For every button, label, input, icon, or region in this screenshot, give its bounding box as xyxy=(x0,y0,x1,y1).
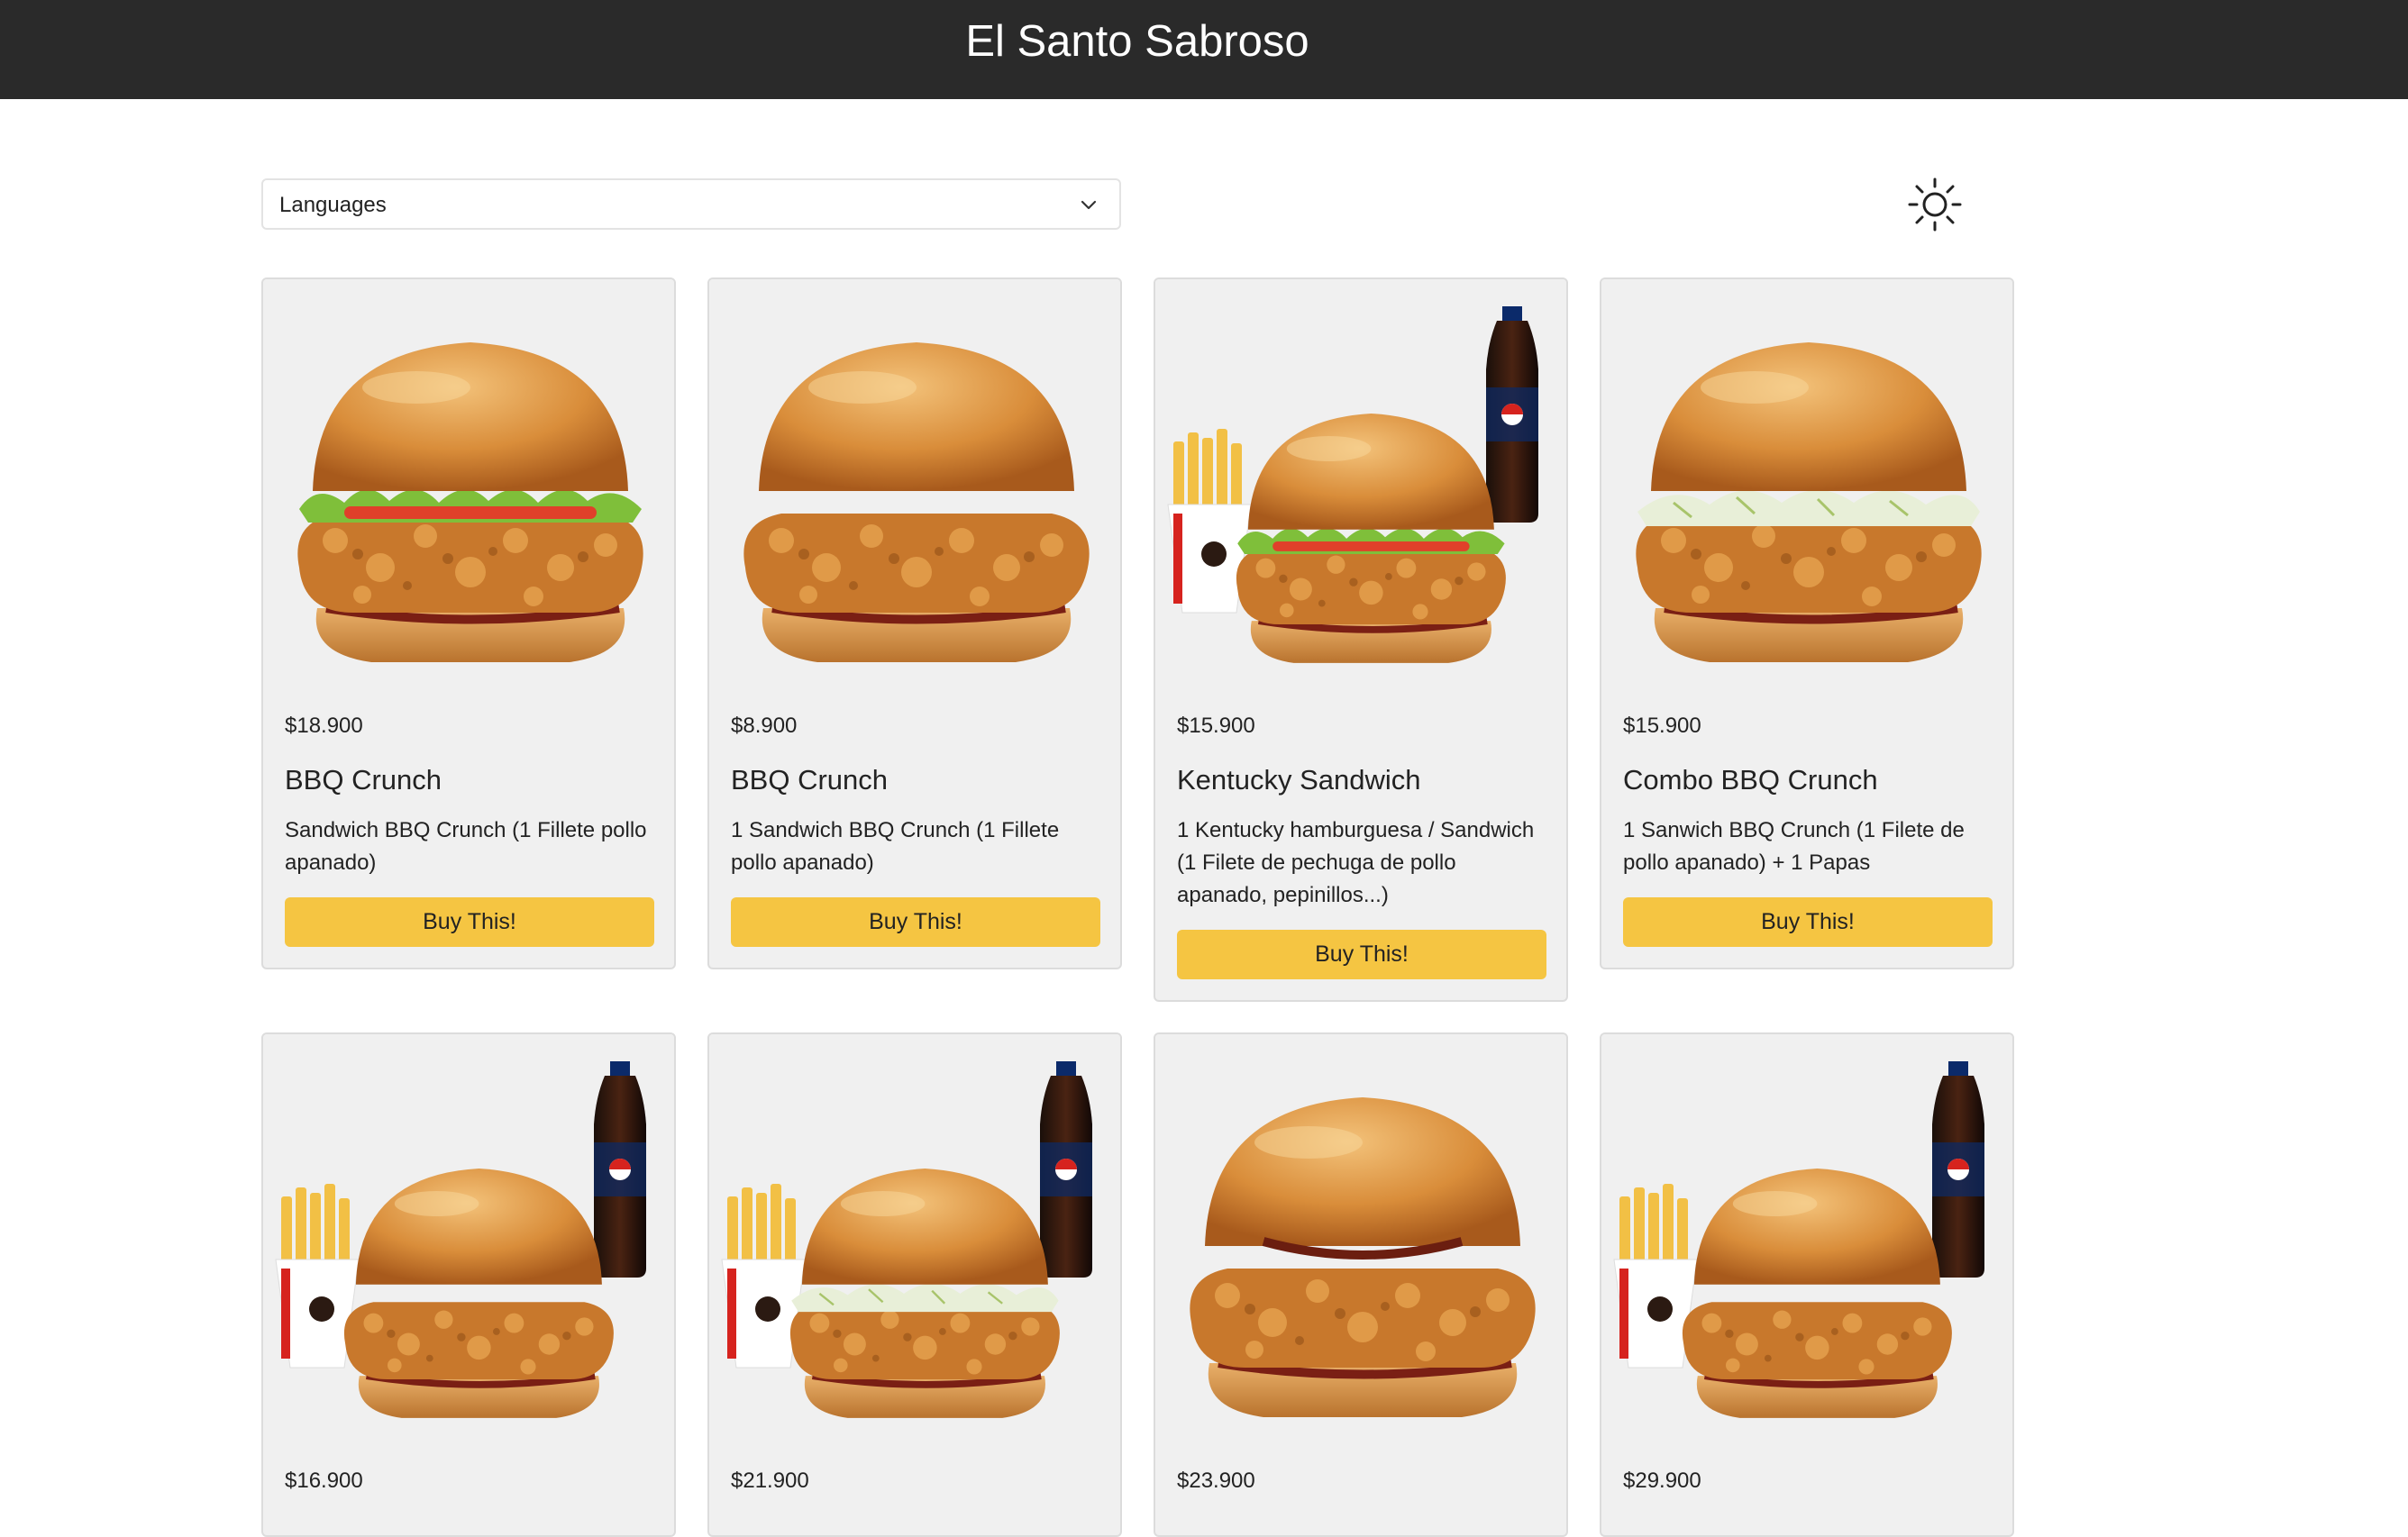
product-card: $15.900 Combo BBQ Crunch 1 Sanwich BBQ C… xyxy=(1600,277,2014,969)
product-price: $15.900 xyxy=(1177,714,1255,738)
product-price: $18.900 xyxy=(285,714,363,738)
product-description: 1 Kentucky hamburguesa / Sandwich (1 Fil… xyxy=(1177,818,1535,907)
buy-button[interactable]: Buy This! xyxy=(1623,897,1993,947)
product-description: 1 Sanwich BBQ Crunch (1 Filete de pollo … xyxy=(1623,818,1965,875)
product-card: $18.900 BBQ Crunch Sandwich BBQ Crunch (… xyxy=(261,277,676,969)
product-card: $15.900 Kentucky Sandwich 1 Kentucky ham… xyxy=(1154,277,1568,1002)
buy-button[interactable]: Buy This! xyxy=(731,897,1100,947)
product-card: $8.900 BBQ Crunch 1 Sandwich BBQ Crunch … xyxy=(707,277,1122,969)
product-name: Combo BBQ Crunch xyxy=(1623,764,1878,796)
product-image xyxy=(709,1034,1120,1449)
product-card: $29.900 xyxy=(1600,1032,2014,1537)
product-image xyxy=(1601,279,2012,694)
sun-icon[interactable] xyxy=(1906,176,1964,233)
product-image xyxy=(1601,1034,2012,1449)
product-price: $29.900 xyxy=(1623,1469,1701,1493)
site-title: El Santo Sabroso xyxy=(965,17,1309,66)
buy-button[interactable]: Buy This! xyxy=(285,897,654,947)
product-image xyxy=(709,279,1120,694)
chevron-down-icon xyxy=(1081,200,1097,210)
product-card: $23.900 xyxy=(1154,1032,1568,1537)
product-price: $23.900 xyxy=(1177,1469,1255,1493)
product-price: $21.900 xyxy=(731,1469,809,1493)
product-price: $15.900 xyxy=(1623,714,1701,738)
product-price: $8.900 xyxy=(731,714,798,738)
product-price: $16.900 xyxy=(285,1469,363,1493)
product-image xyxy=(1155,279,1566,694)
product-image xyxy=(263,1034,674,1449)
product-name: BBQ Crunch xyxy=(731,764,889,796)
product-name: BBQ Crunch xyxy=(285,764,442,796)
language-select[interactable]: Languages xyxy=(261,178,1121,230)
top-bar: El Santo Sabroso xyxy=(0,0,2408,99)
product-image xyxy=(263,279,674,694)
language-select-value: Languages xyxy=(279,193,387,217)
buy-button[interactable]: Buy This! xyxy=(1177,930,1546,979)
product-name: Kentucky Sandwich xyxy=(1177,764,1421,796)
product-image xyxy=(1155,1034,1566,1449)
product-description: 1 Sandwich BBQ Crunch (1 Fillete pollo a… xyxy=(731,818,1060,875)
product-card: $21.900 xyxy=(707,1032,1122,1537)
product-card: $16.900 xyxy=(261,1032,676,1537)
product-description: Sandwich BBQ Crunch (1 Fillete pollo apa… xyxy=(285,818,647,875)
